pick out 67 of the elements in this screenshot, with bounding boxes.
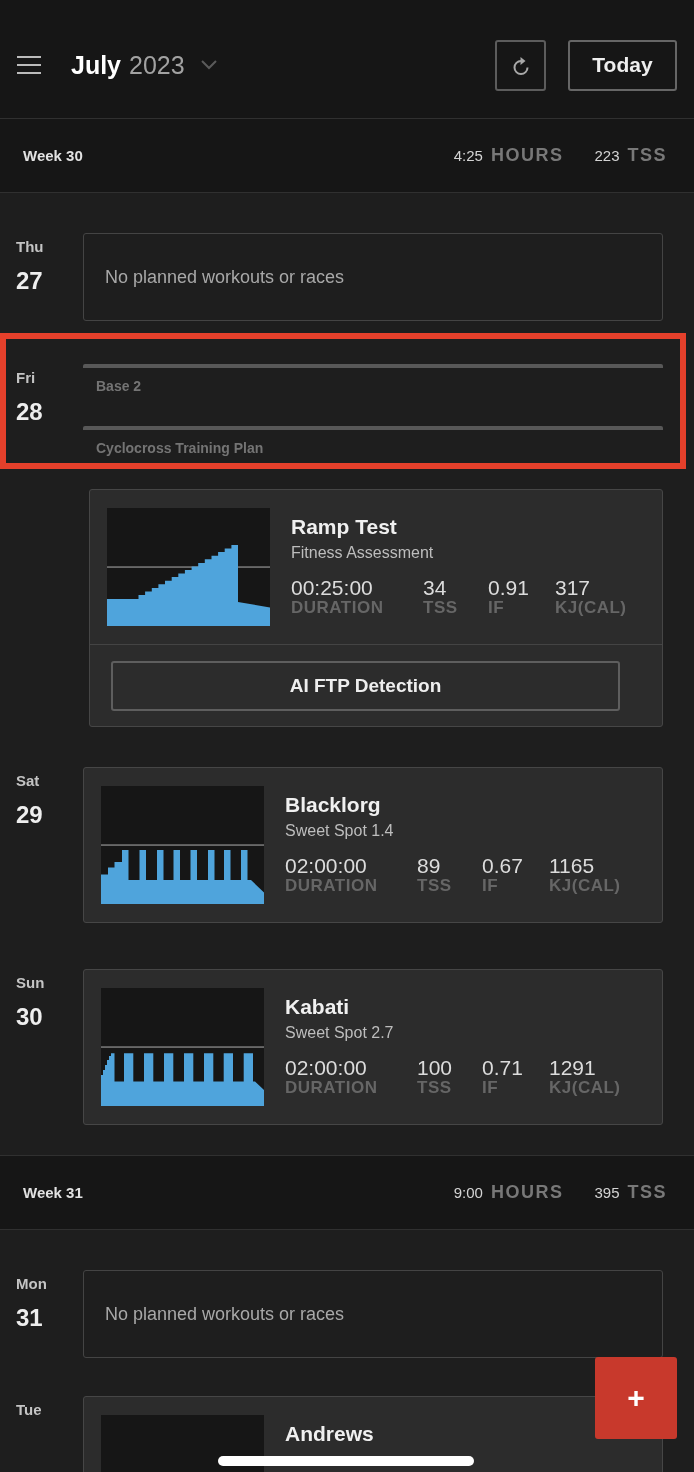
day-number: 28 [16, 398, 44, 426]
no-workouts-card: No planned workouts or races [83, 233, 663, 321]
hours-value: 4:25 [453, 147, 483, 164]
refresh-button[interactable] [495, 39, 546, 91]
stat-value: 317 [555, 577, 592, 599]
workout-subtitle: Sweet Spot 1.4 [285, 821, 395, 841]
day-number: 29 [16, 801, 44, 829]
workout-card[interactable]: Ramp Test Fitness Assessment 00:25:00 DURATION 34 TSS 0.91 IF 317 KJ(CAL) AI FTP Detection [89, 489, 663, 727]
stat-label: TSS [417, 1079, 453, 1097]
weekday-label: Thu [16, 238, 45, 256]
day-number: 31 [16, 1304, 44, 1332]
stat-value: 02:00:00 [285, 1057, 368, 1079]
workout-title: Blacklorg [285, 793, 382, 817]
tss-value: 223 [594, 147, 620, 164]
stat-value: 1165 [549, 855, 596, 877]
plan-label: Base 2 [96, 377, 142, 395]
stat-value: 00:25:00 [291, 577, 374, 599]
chevron-down-icon[interactable] [200, 60, 217, 70]
workout-title: Ramp Test [291, 515, 398, 539]
tss-unit: TSS [627, 145, 667, 166]
day-number: 27 [16, 267, 44, 295]
weekday-label: Tue [16, 1401, 43, 1419]
weekday-label: Fri [16, 369, 37, 387]
hours-unit: HOURS [490, 1182, 564, 1203]
stat-label: KJ(CAL) [555, 599, 628, 617]
month-title[interactable]: July [71, 50, 122, 80]
ftp-detection-button[interactable]: AI FTP Detection [111, 661, 620, 711]
hours-value: 9:00 [453, 1184, 483, 1201]
stat-label: IF [482, 1079, 500, 1097]
plan-label: Cyclocross Training Plan [96, 439, 264, 457]
menu-icon[interactable] [17, 56, 41, 74]
workout-subtitle: Fitness Assessment [291, 543, 435, 563]
workout-title: Kabati [285, 995, 351, 1019]
workout-card[interactable]: Kabati Sweet Spot 2.7 02:00:00 DURATION 100 TSS 0.71 IF 1291 KJ(CAL) [83, 969, 663, 1125]
stat-value: 02:00:00 [285, 855, 368, 877]
no-workouts-card: No planned workouts or races [83, 1270, 663, 1358]
today-button[interactable]: Today [568, 39, 677, 91]
week-label: Week 31 [23, 1184, 83, 1201]
stat-label: KJ(CAL) [549, 877, 622, 895]
stat-label: TSS [423, 599, 459, 617]
week-label: Week 30 [23, 147, 83, 164]
tss-unit: TSS [627, 1182, 667, 1203]
weekday-label: Sun [16, 974, 46, 992]
stat-label: IF [488, 599, 506, 617]
year-title[interactable]: 2023 [129, 50, 185, 80]
hours-unit: HOURS [490, 145, 564, 166]
stat-label: DURATION [285, 877, 379, 895]
stat-value: 0.67 [482, 855, 524, 877]
stat-value: 0.91 [488, 577, 530, 599]
stat-value: 34 [423, 577, 448, 599]
stat-value: 100 [417, 1057, 454, 1079]
weekday-label: Sat [16, 772, 41, 790]
stat-label: TSS [417, 877, 453, 895]
tss-value: 395 [594, 1184, 620, 1201]
stat-label: DURATION [285, 1079, 379, 1097]
stat-label: IF [482, 877, 500, 895]
workout-subtitle: Sweet Spot 2.7 [285, 1023, 395, 1043]
weekday-label: Mon [16, 1275, 48, 1293]
workout-card[interactable]: Blacklorg Sweet Spot 1.4 02:00:00 DURATION 89 TSS 0.67 IF 1165 KJ(CAL) [83, 767, 663, 923]
workout-title: Andrews [285, 1422, 375, 1446]
stat-value: 89 [417, 855, 442, 877]
stat-label: DURATION [291, 599, 385, 617]
stat-value: 1291 [549, 1057, 597, 1079]
add-button[interactable]: + [595, 1357, 677, 1439]
stat-value: 0.71 [482, 1057, 524, 1079]
day-number: 30 [16, 1003, 44, 1031]
stat-label: KJ(CAL) [549, 1079, 622, 1097]
